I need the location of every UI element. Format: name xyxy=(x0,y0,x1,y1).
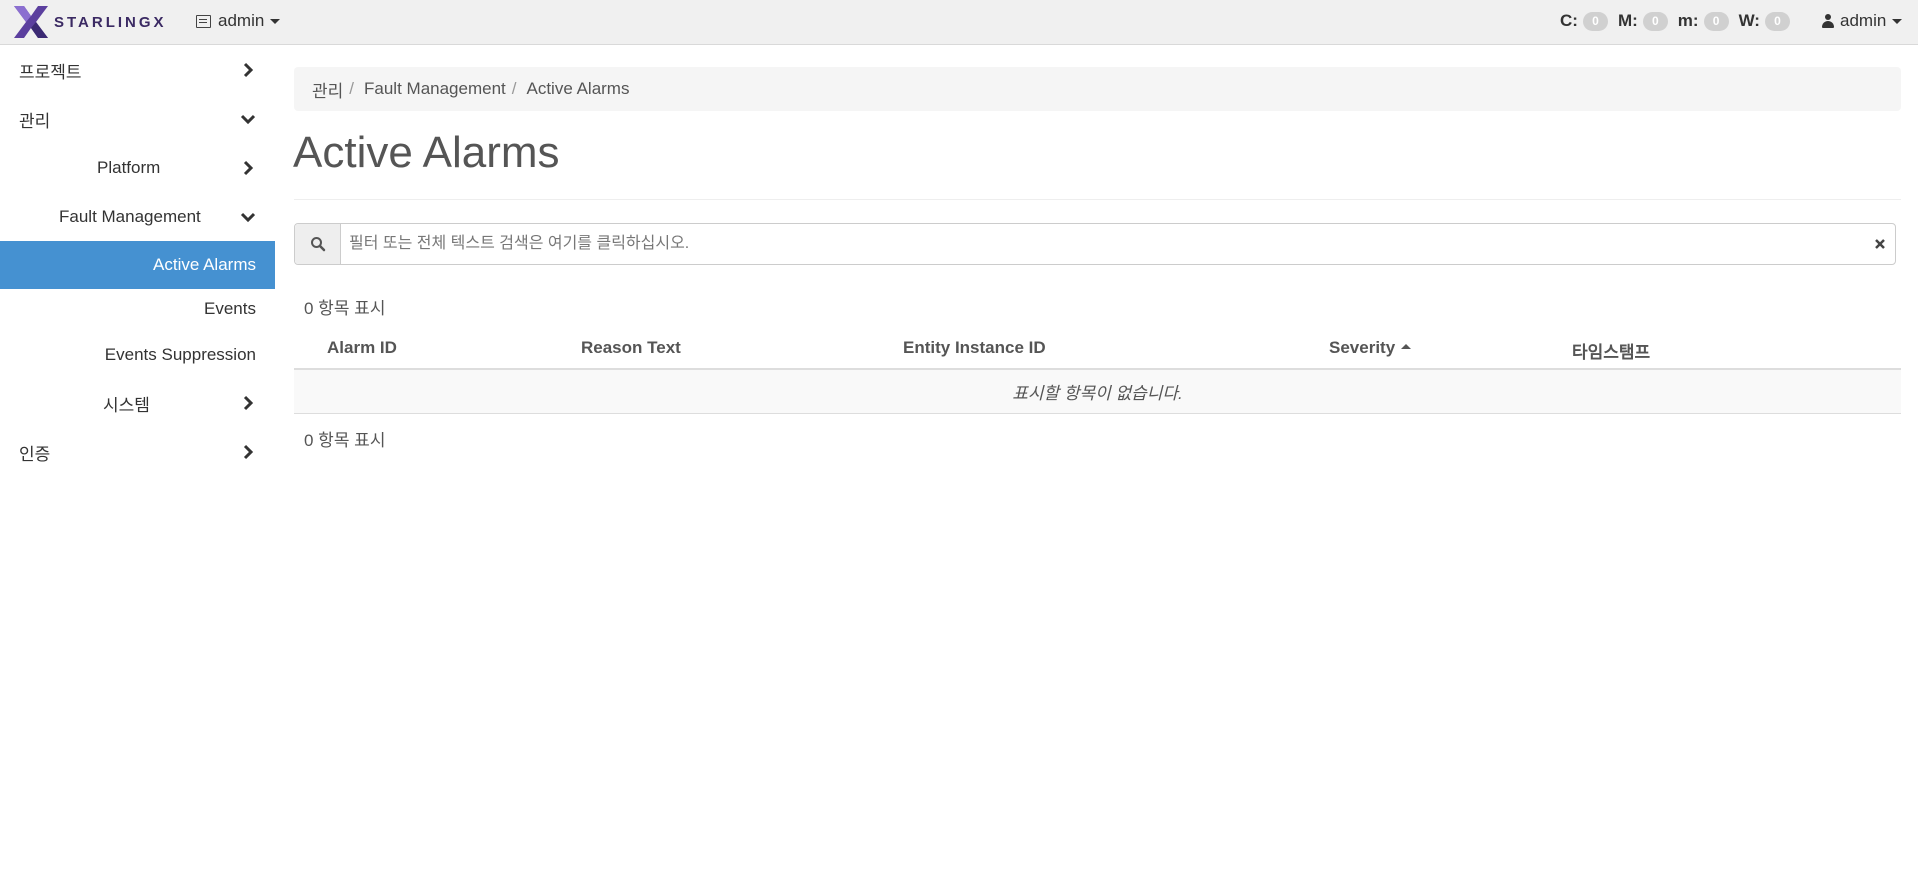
chevron-right-icon xyxy=(243,395,254,411)
item-count-bottom: 0 항목 표시 xyxy=(304,431,386,450)
user-icon xyxy=(1822,14,1834,28)
top-navbar: STARLINGX admin C: 0 M: 0 m: 0 W: 0 admi… xyxy=(0,0,1918,45)
clear-search-button[interactable] xyxy=(1865,224,1895,264)
sort-ascending-icon xyxy=(1401,344,1412,349)
chevron-down-icon xyxy=(240,114,256,125)
sidebar-item-label: Active Alarms xyxy=(153,255,256,274)
project-dropdown[interactable]: admin xyxy=(196,11,281,31)
alarm-warning-badge: 0 xyxy=(1764,11,1790,31)
user-dropdown[interactable]: admin xyxy=(1822,11,1903,31)
chevron-right-icon xyxy=(243,160,254,176)
breadcrumb-separator: / xyxy=(511,79,517,98)
search-input[interactable] xyxy=(341,224,1865,264)
sidebar-item-active-alarms[interactable]: Active Alarms xyxy=(0,241,275,289)
starlingx-logo-icon xyxy=(14,6,48,38)
search-bar xyxy=(294,223,1896,265)
brand-logo-link[interactable]: STARLINGX xyxy=(12,3,167,41)
brand-name: STARLINGX xyxy=(54,13,167,31)
column-header-severity-label: Severity xyxy=(1329,338,1396,357)
item-count-top: 0 항목 표시 xyxy=(304,299,386,318)
sidebar-item-label: 프로젝트 xyxy=(19,62,82,82)
alarm-minor-badge: 0 xyxy=(1703,11,1729,31)
close-icon xyxy=(1875,239,1885,249)
chevron-right-icon xyxy=(243,62,254,78)
sidebar-item-label: 시스템 xyxy=(103,395,150,415)
user-name: admin xyxy=(1840,11,1887,30)
sidebar-item-platform[interactable]: Platform xyxy=(0,144,275,192)
sidebar-item-events-suppression[interactable]: Events Suppression xyxy=(0,333,275,377)
column-header-severity[interactable]: Severity xyxy=(1329,338,1412,358)
search-button[interactable] xyxy=(295,224,341,264)
alarm-minor[interactable]: m: 0 xyxy=(1678,11,1729,31)
sidebar-item-admin[interactable]: 관리 xyxy=(0,95,275,143)
alarms-table: Alarm ID Reason Text Entity Instance ID … xyxy=(294,330,1901,414)
sidebar-item-identity[interactable]: 인증 xyxy=(0,430,275,474)
sidebar-item-fault-management[interactable]: Fault Management xyxy=(0,193,275,241)
sidebar-item-label: Events Suppression xyxy=(104,345,256,364)
search-icon xyxy=(310,237,325,252)
alarm-critical-badge: 0 xyxy=(1582,11,1608,31)
chevron-down-icon xyxy=(240,212,256,223)
project-name: admin xyxy=(218,11,265,30)
breadcrumb: 관리 / Fault Management / Active Alarms xyxy=(294,67,1901,111)
alarm-critical-label: C: xyxy=(1560,11,1578,30)
table-header: Alarm ID Reason Text Entity Instance ID … xyxy=(294,330,1901,370)
column-header-reason-text[interactable]: Reason Text xyxy=(581,338,681,358)
sidebar-item-label: Fault Management xyxy=(59,207,201,226)
breadcrumb-item-admin[interactable]: 관리 xyxy=(312,77,343,102)
breadcrumb-item-fault-management[interactable]: Fault Management xyxy=(364,79,506,99)
alarm-major[interactable]: M: 0 xyxy=(1618,11,1668,31)
sidebar-item-project[interactable]: 프로젝트 xyxy=(0,46,275,94)
caret-down-icon xyxy=(1892,18,1903,24)
sidebar-item-label: Platform xyxy=(97,158,161,177)
sidebar-item-label: 관리 xyxy=(19,111,51,131)
project-icon xyxy=(196,14,211,28)
alarm-warning-label: W: xyxy=(1738,11,1760,30)
empty-table-message: 표시할 항목이 없습니다. xyxy=(294,370,1901,414)
sidebar-item-label: Events xyxy=(204,299,256,318)
column-header-entity-instance-id[interactable]: Entity Instance ID xyxy=(903,338,1046,358)
alarm-major-badge: 0 xyxy=(1642,11,1668,31)
chevron-right-icon xyxy=(243,444,254,460)
alarm-major-label: M: xyxy=(1617,11,1638,30)
page-title: Active Alarms xyxy=(293,128,560,177)
sidebar-item-label: 인증 xyxy=(19,444,51,464)
sidebar-item-system[interactable]: 시스템 xyxy=(0,381,275,425)
breadcrumb-separator: / xyxy=(349,79,355,98)
alarm-summary: C: 0 M: 0 m: 0 W: 0 xyxy=(1560,11,1800,31)
column-header-alarm-id[interactable]: Alarm ID xyxy=(327,338,397,358)
column-header-timestamp[interactable]: 타임스탬프 xyxy=(1572,338,1650,363)
sidebar-item-events[interactable]: Events xyxy=(0,287,275,331)
alarm-minor-label: m: xyxy=(1677,11,1699,30)
breadcrumb-item-active-alarms: Active Alarms xyxy=(526,79,630,98)
title-divider xyxy=(294,199,1901,200)
alarm-warning[interactable]: W: 0 xyxy=(1739,11,1790,31)
caret-down-icon xyxy=(270,18,281,24)
alarm-critical[interactable]: C: 0 xyxy=(1560,11,1608,31)
